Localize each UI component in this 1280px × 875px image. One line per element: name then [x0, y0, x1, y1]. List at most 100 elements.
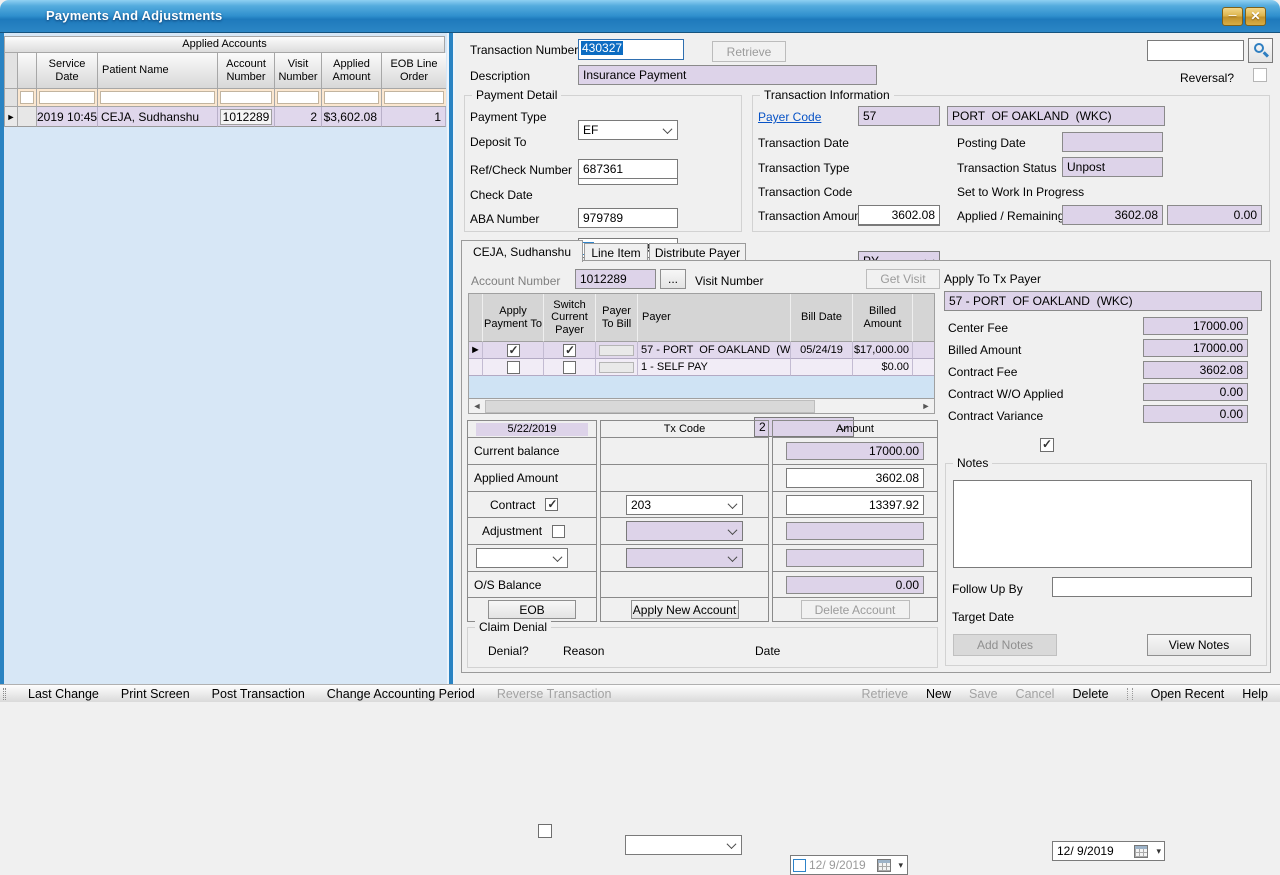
filter-input[interactable]	[20, 91, 34, 104]
filter-input[interactable]	[39, 91, 95, 104]
post-transaction-button[interactable]: Post Transaction	[212, 687, 305, 701]
apply-to-tx-payer-checkbox[interactable]	[1040, 438, 1054, 452]
filter-input[interactable]	[220, 91, 272, 104]
account-number-field[interactable]: 1012289	[575, 269, 656, 289]
print-screen-button[interactable]: Print Screen	[121, 687, 190, 701]
payer-to-bill-cell[interactable]	[599, 362, 634, 373]
search-button[interactable]	[1248, 38, 1273, 63]
search-input[interactable]	[1147, 40, 1244, 61]
retrieve-button[interactable]: Retrieve	[861, 687, 908, 701]
close-button[interactable]: ✕	[1245, 7, 1266, 26]
scroll-left-icon[interactable]: ◄	[469, 401, 485, 411]
payer-code-link[interactable]: Payer Code	[758, 110, 821, 124]
col-applied-amount[interactable]: Applied Amount	[322, 53, 382, 89]
payer-grid-header: Apply Payment To Switch Current Payer Pa…	[469, 294, 934, 342]
payment-detail-title: Payment Detail	[472, 88, 561, 102]
filter-input[interactable]	[277, 91, 319, 104]
view-notes-button[interactable]: View Notes	[1147, 634, 1251, 656]
ref-check-number-input[interactable]	[578, 159, 678, 179]
extra-type-combo[interactable]	[476, 548, 568, 568]
denial-date-checkbox[interactable]	[793, 859, 806, 872]
contract-txcode-combo[interactable]: 203	[626, 495, 743, 515]
adjustment-txcode-combo[interactable]	[626, 521, 743, 541]
follow-up-by-input[interactable]	[1052, 577, 1252, 597]
denial-checkbox[interactable]	[538, 824, 552, 838]
get-visit-button[interactable]: Get Visit	[866, 269, 940, 289]
filter-input[interactable]	[384, 91, 444, 104]
billed-amount-field: 17000.00	[1143, 339, 1248, 357]
payer-grid[interactable]: Apply Payment To Switch Current Payer Pa…	[468, 293, 935, 414]
account-lookup-button[interactable]: ...	[660, 269, 686, 289]
panel-splitter[interactable]	[447, 33, 455, 684]
eob-button[interactable]: EOB	[488, 600, 576, 619]
adjustment-checkbox[interactable]	[552, 525, 565, 538]
col-switch-current-payer[interactable]: Switch Current Payer	[544, 294, 596, 342]
extra-amount-field[interactable]	[786, 549, 924, 567]
contract-checkbox[interactable]	[545, 498, 558, 511]
aba-number-label: ABA Number	[470, 212, 539, 226]
transaction-status-label: Transaction Status	[957, 161, 1057, 175]
adjustment-amount-field[interactable]	[786, 522, 924, 540]
scrollbar-thumb[interactable]	[485, 400, 815, 413]
col-visit-number[interactable]: Visit Number	[275, 53, 322, 89]
target-date-picker[interactable]: 12/ 9/2019 ▾	[1052, 841, 1165, 861]
col-eob-line-order[interactable]: EOB Line Order	[382, 53, 446, 89]
payer-to-bill-cell[interactable]	[599, 345, 634, 356]
new-button[interactable]: New	[926, 687, 951, 701]
contract-wo-applied-label: Contract W/O Applied	[948, 387, 1063, 401]
extra-txcode-combo[interactable]	[626, 548, 743, 568]
notes-textarea[interactable]	[953, 480, 1252, 568]
scroll-right-icon[interactable]: ►	[918, 401, 934, 411]
applied-accounts-row[interactable]: ► 2019 10:45:0 CEJA, Sudhanshu 1012289 2…	[5, 107, 446, 127]
payer-code-field[interactable]: 57	[858, 106, 940, 126]
apply-payment-checkbox[interactable]	[507, 361, 520, 374]
cell-account-number: 1012289	[220, 109, 272, 125]
col-apply-payment-to[interactable]: Apply Payment To	[483, 294, 544, 342]
reversal-checkbox[interactable]	[1253, 68, 1267, 82]
delete-button[interactable]: Delete	[1072, 687, 1108, 701]
filter-input[interactable]	[100, 91, 215, 104]
current-balance-label: Current balance	[468, 438, 596, 465]
switch-payer-checkbox[interactable]	[563, 361, 576, 374]
applied-accounts-filter-row[interactable]	[5, 89, 446, 107]
filter-input[interactable]	[324, 91, 379, 104]
transaction-number-input[interactable]: 430327	[578, 39, 684, 60]
col-service-date[interactable]: Service Date	[37, 53, 98, 89]
dropdown-arrow-icon: ▾	[1156, 846, 1161, 857]
reverse-transaction-button[interactable]: Reverse Transaction	[497, 687, 612, 701]
delete-account-button[interactable]: Delete Account	[801, 600, 910, 619]
payer-row[interactable]: 1 - SELF PAY $0.00	[469, 359, 934, 376]
col-patient-name[interactable]: Patient Name	[98, 53, 218, 89]
description-field[interactable]: Insurance Payment	[578, 65, 877, 85]
col-account-number[interactable]: Account Number	[218, 53, 275, 89]
apply-new-account-button[interactable]: Apply New Account	[631, 600, 739, 619]
payer-grid-hscrollbar[interactable]: ◄ ►	[469, 398, 934, 413]
apply-payment-checkbox[interactable]	[507, 344, 520, 357]
col-bill-date[interactable]: Bill Date	[791, 294, 853, 342]
denial-date-picker[interactable]: 12/ 9/2019 ▾	[790, 855, 908, 875]
toolbar-gripper[interactable]	[3, 688, 6, 700]
switch-payer-checkbox[interactable]	[563, 344, 576, 357]
col-payer-to-bill[interactable]: Payer To Bill	[596, 294, 638, 342]
transaction-amount-input[interactable]	[858, 205, 940, 225]
tab-patient[interactable]: CEJA, Sudhanshu	[461, 240, 583, 262]
last-change-button[interactable]: Last Change	[28, 687, 99, 701]
save-button[interactable]: Save	[969, 687, 998, 701]
payment-type-combo[interactable]: EF	[578, 120, 678, 140]
col-payer[interactable]: Payer	[638, 294, 791, 342]
retrieve-transaction-button[interactable]: Retrieve	[712, 41, 786, 62]
applied-amount-input[interactable]	[786, 468, 924, 488]
applied-accounts-grid[interactable]: Service Date Patient Name Account Number…	[4, 53, 445, 127]
payer-row[interactable]: ► 57 - PORT OF OAKLAND (WKC) 05/24/19 $1…	[469, 342, 934, 359]
contract-fee-field: 3602.08	[1143, 361, 1248, 379]
aba-number-input[interactable]	[578, 208, 678, 228]
denial-reason-combo[interactable]	[625, 835, 742, 855]
minimize-button[interactable]: ─	[1222, 7, 1243, 26]
help-button[interactable]: Help	[1242, 687, 1268, 701]
add-notes-button[interactable]: Add Notes	[953, 634, 1057, 656]
open-recent-button[interactable]: Open Recent	[1151, 687, 1225, 701]
col-billed-amount[interactable]: Billed Amount	[853, 294, 913, 342]
change-accounting-period-button[interactable]: Change Accounting Period	[327, 687, 475, 701]
contract-amount-input[interactable]	[786, 495, 924, 515]
cancel-button[interactable]: Cancel	[1016, 687, 1055, 701]
